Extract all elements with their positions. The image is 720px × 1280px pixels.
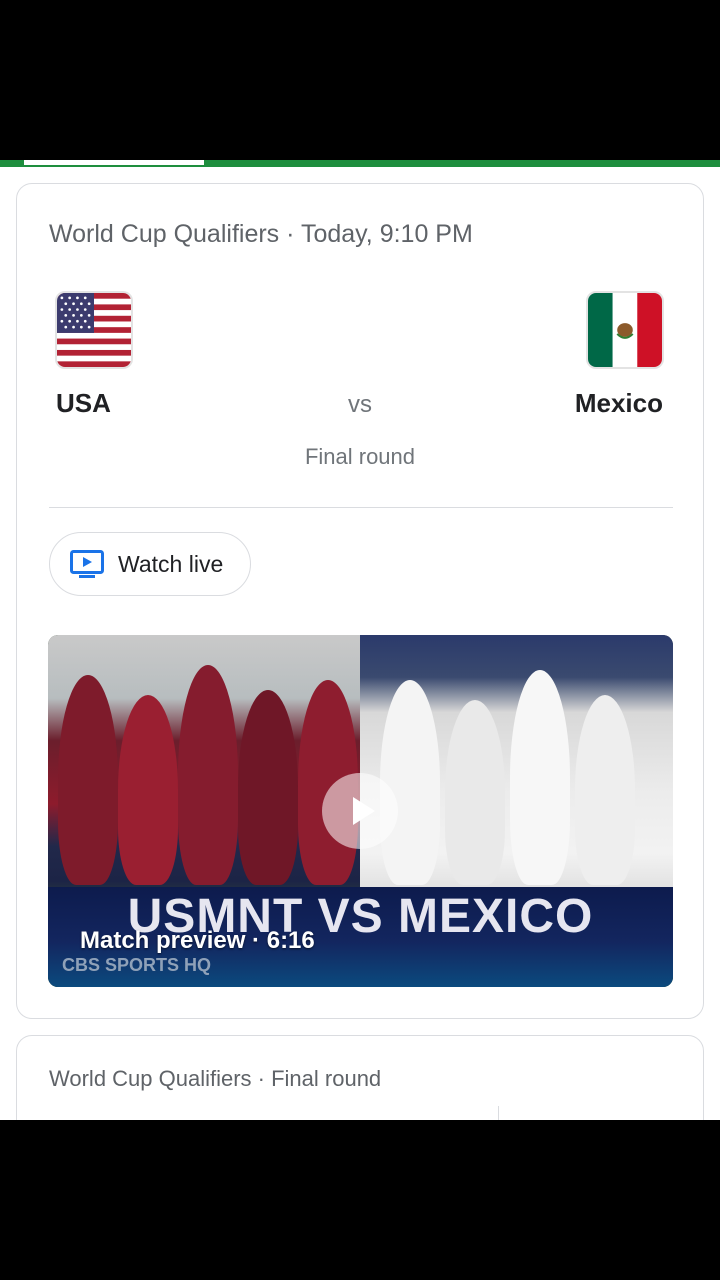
- match-subtitle: World Cup Qualifiers · Today, 9:10 PM: [49, 220, 473, 248]
- away-team-name[interactable]: Mexico: [575, 388, 663, 419]
- usa-flag-icon: [55, 291, 133, 369]
- divider: [49, 507, 673, 508]
- watch-live-button[interactable]: Watch live: [49, 532, 251, 596]
- mexico-flag-icon: [586, 291, 664, 369]
- watch-live-label: Watch live: [118, 550, 224, 577]
- play-button[interactable]: [322, 773, 398, 849]
- navigation-bar-area: [0, 1120, 720, 1280]
- video-thumbnail[interactable]: USMNT VS MEXICO Match preview · 6:16 CBS…: [48, 635, 673, 987]
- next-match-subtitle: World Cup Qualifiers · Final round: [49, 1066, 382, 1091]
- results-page: World Cup Qualifiers · Today, 9:10 PM US…: [0, 167, 720, 1120]
- video-meta: Match preview · 6:16: [80, 927, 315, 954]
- divider: [498, 1106, 499, 1120]
- tv-play-icon: [70, 550, 104, 578]
- match-card[interactable]: World Cup Qualifiers · Today, 9:10 PM US…: [16, 183, 704, 1019]
- next-match-card[interactable]: World Cup Qualifiers · Final round: [16, 1035, 704, 1120]
- play-icon: [353, 797, 375, 825]
- round-label: Final round: [304, 444, 416, 469]
- status-bar-area: [0, 0, 720, 160]
- progress-fill: [24, 160, 204, 165]
- video-brand-logo: CBS SPORTS HQ: [62, 955, 212, 975]
